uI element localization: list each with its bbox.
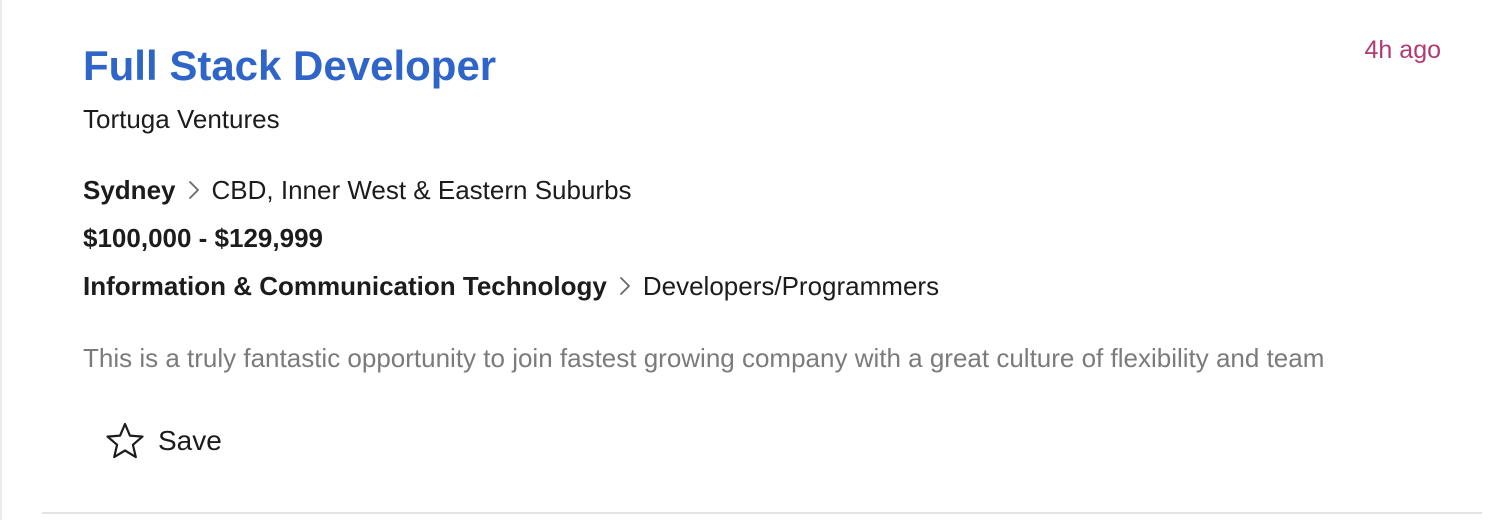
classification-row: Information & Communication Technology D…: [83, 270, 939, 302]
posted-time: 4h ago: [1364, 36, 1441, 64]
location-row: Sydney CBD, Inner West & Eastern Suburbs: [83, 174, 632, 206]
salary-row: $100,000 - $129,999: [83, 222, 323, 254]
card-divider: [42, 512, 1482, 514]
job-teaser: This is a truly fantastic opportunity to…: [83, 343, 1325, 373]
star-outline-icon: [104, 421, 146, 461]
job-title-link[interactable]: Full Stack Developer: [83, 40, 496, 92]
salary-range: $100,000 - $129,999: [83, 223, 323, 253]
save-label: Save: [158, 425, 222, 456]
save-button[interactable]: Save: [104, 418, 222, 464]
classification-subcategory-link[interactable]: Developers/Programmers: [643, 270, 939, 302]
location-area-link[interactable]: CBD, Inner West & Eastern Suburbs: [212, 174, 632, 206]
company-link[interactable]: Tortuga Ventures: [83, 103, 280, 135]
location-city-link[interactable]: Sydney: [83, 174, 176, 206]
chevron-right-icon: [607, 270, 643, 302]
job-card[interactable]: Full Stack Developer 4h ago Tortuga Vent…: [0, 0, 1500, 520]
classification-category-link[interactable]: Information & Communication Technology: [83, 270, 607, 302]
chevron-right-icon: [176, 174, 212, 206]
